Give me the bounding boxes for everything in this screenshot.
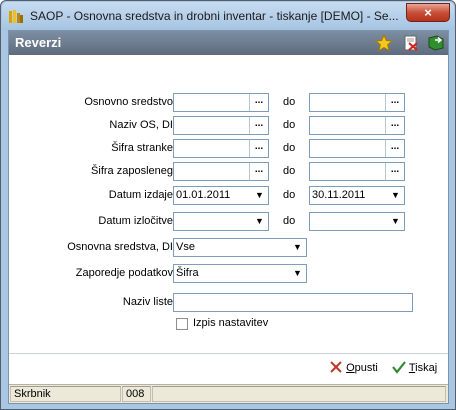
app-window: SAOP - Osnovna sredstva in drobni invent… [0, 0, 456, 410]
status-bar: Skrbnik 008 [9, 384, 448, 403]
dropdown-arrow-icon[interactable]: ▼ [252, 188, 267, 203]
sifra-stranke-from-input[interactable]: ... [173, 139, 269, 158]
lookup-button[interactable]: ... [385, 140, 404, 157]
label-izpis-nastavitev: Izpis nastavitev [193, 317, 269, 329]
delete-document-icon[interactable] [402, 34, 420, 52]
label-osnovno-sredstvo: Osnovno sredstvo [84, 96, 173, 108]
close-button[interactable]: × [406, 3, 450, 22]
status-user: Skrbnik [10, 386, 121, 402]
datum-izlocitve-from-picker[interactable]: ▼ [173, 212, 269, 231]
form-header: Reverzi [9, 31, 448, 55]
izpis-nastavitev-checkbox[interactable] [176, 318, 188, 330]
label-osnovna-sredstva-di: Osnovna sredstva, DI [67, 241, 173, 253]
label-do: do [283, 96, 296, 108]
label-zaporedje-podatkov: Zaporedje podatkov [75, 267, 173, 279]
title-bar[interactable]: SAOP - Osnovna sredstva in drobni invent… [2, 2, 454, 30]
label-do: do [283, 165, 296, 177]
sifra-zaposleneg-to-input[interactable]: ... [309, 162, 405, 181]
tiskaj-button[interactable]: Tiskaj [392, 360, 437, 380]
label-datum-izdaje: Datum izdaje [108, 189, 173, 201]
button-bar: Opusti Tiskaj [9, 353, 448, 383]
label-do: do [283, 119, 296, 131]
star-icon[interactable] [375, 34, 393, 52]
form-area: Osnovno sredstvo ... do ... Naziv OS, DI… [9, 55, 448, 377]
label-do: do [283, 142, 296, 154]
label-sifra-zaposleneg: Šifra zaposleneg [91, 165, 173, 177]
client-area: Reverzi Osnovno sredstvo ... do ... Nazi… [8, 30, 449, 404]
label-datum-izlocitve: Datum izločitve [98, 215, 173, 227]
osnovna-sredstva-di-select[interactable]: Vse ▼ [173, 238, 307, 257]
lookup-button[interactable]: ... [385, 163, 404, 180]
osnovno-sredstvo-to-input[interactable]: ... [309, 93, 405, 112]
exit-book-icon[interactable] [427, 34, 445, 52]
label-sifra-stranke: Šifra stranke [111, 142, 173, 154]
form-title: Reverzi [15, 35, 62, 50]
label-naziv-liste: Naziv liste [122, 296, 173, 308]
window-title: SAOP - Osnovna sredstva in drobni invent… [30, 9, 399, 23]
cancel-x-icon [330, 361, 342, 373]
lookup-button[interactable]: ... [249, 117, 268, 134]
opusti-mnemonic: O [346, 362, 355, 374]
lookup-button[interactable]: ... [249, 140, 268, 157]
lookup-button[interactable]: ... [385, 94, 404, 111]
label-naziv-os-di: Naziv OS, DI [109, 119, 173, 131]
dropdown-arrow-icon[interactable]: ▼ [388, 188, 403, 203]
lookup-button[interactable]: ... [249, 163, 268, 180]
opusti-label: pusti [354, 362, 378, 374]
label-do: do [283, 215, 296, 227]
status-code: 008 [122, 386, 151, 402]
lookup-button[interactable]: ... [249, 94, 268, 111]
dropdown-arrow-icon[interactable]: ▼ [290, 266, 305, 281]
dropdown-arrow-icon[interactable]: ▼ [252, 214, 267, 229]
osnovno-sredstvo-from-input[interactable]: ... [173, 93, 269, 112]
datum-izdaje-from-picker[interactable]: 01.01.2011 ▼ [173, 186, 269, 205]
lookup-button[interactable]: ... [385, 117, 404, 134]
opusti-button[interactable]: Opusti [329, 360, 378, 380]
sifra-zaposleneg-from-input[interactable]: ... [173, 162, 269, 181]
datum-izlocitve-to-picker[interactable]: ▼ [309, 212, 405, 231]
zaporedje-podatkov-select[interactable]: Šifra ▼ [173, 264, 307, 283]
dropdown-arrow-icon[interactable]: ▼ [388, 214, 403, 229]
status-extra [152, 386, 446, 402]
sifra-stranke-to-input[interactable]: ... [309, 139, 405, 158]
app-icon [9, 10, 23, 23]
checkmark-icon [392, 361, 406, 374]
label-do: do [283, 189, 296, 201]
datum-izdaje-to-picker[interactable]: 30.11.2011 ▼ [309, 186, 405, 205]
naziv-os-di-to-input[interactable]: ... [309, 116, 405, 135]
naziv-liste-input[interactable] [173, 293, 413, 312]
naziv-os-di-from-input[interactable]: ... [173, 116, 269, 135]
tiskaj-label: iskaj [415, 362, 438, 374]
dropdown-arrow-icon[interactable]: ▼ [290, 240, 305, 255]
